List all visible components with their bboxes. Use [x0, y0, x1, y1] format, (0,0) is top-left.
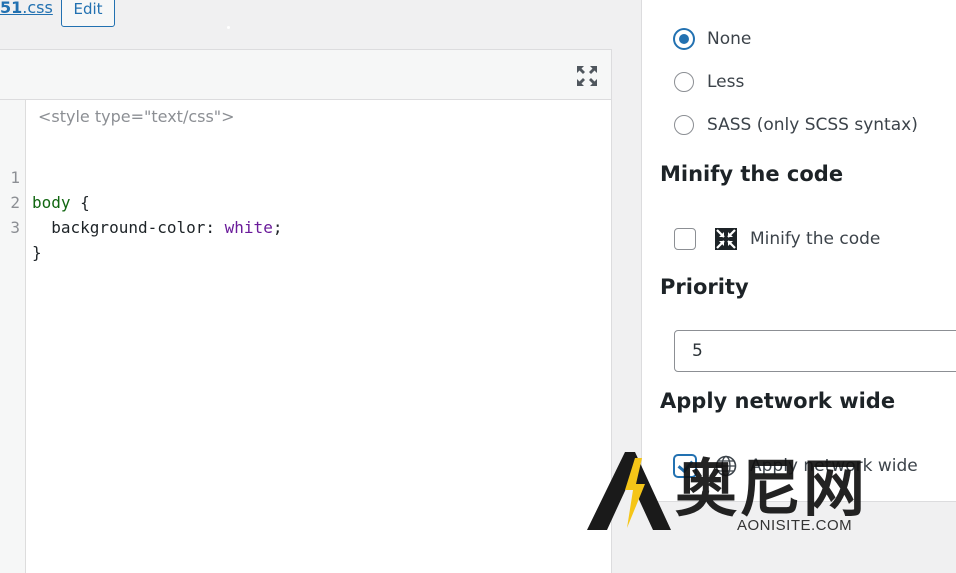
priority-input[interactable]: 5	[674, 330, 956, 372]
minify-checkbox[interactable]	[674, 228, 696, 250]
radio-label: None	[707, 29, 752, 49]
settings-panel: None Less SASS (only SCSS syntax) Minify…	[641, 0, 956, 502]
line-text: background-color: white;	[32, 215, 282, 240]
code-editor[interactable]: <style type="text/css"> 1 body { 2 backg…	[0, 100, 612, 573]
network-title: Apply network wide	[660, 389, 896, 413]
file-link-ext: .css	[22, 0, 53, 17]
css-property: background-color:	[32, 218, 225, 237]
priority-title: Priority	[660, 275, 749, 299]
radio-button[interactable]	[674, 72, 694, 92]
radio-button[interactable]	[674, 29, 694, 49]
style-open-tag: <style type="text/css">	[38, 107, 235, 126]
code-line[interactable]: 1 body {	[0, 140, 611, 212]
radio-option-none[interactable]: None	[674, 28, 751, 50]
css-value: white	[224, 218, 273, 237]
file-link[interactable]: 51.css	[0, 0, 53, 17]
watermark-url: AONISITE.COM	[737, 517, 853, 534]
expand-icon[interactable]	[575, 64, 599, 88]
compress-icon	[715, 228, 737, 250]
minify-label: Minify the code	[750, 229, 881, 249]
radio-option-sass[interactable]: SASS (only SCSS syntax)	[674, 114, 918, 136]
radio-button[interactable]	[674, 115, 694, 135]
line-text: }	[32, 243, 42, 262]
minify-option[interactable]: Minify the code	[674, 227, 880, 251]
radio-label: Less	[707, 72, 745, 92]
minify-title: Minify the code	[660, 162, 844, 186]
edit-button[interactable]: Edit	[61, 0, 115, 27]
watermark-text: 奥尼网	[675, 452, 868, 525]
radio-option-less[interactable]: Less	[674, 71, 744, 93]
code-line[interactable]: 3 }	[0, 190, 611, 262]
cursor-dot	[227, 26, 230, 29]
line-number: 3	[10, 218, 20, 237]
radio-label: SASS (only SCSS syntax)	[707, 115, 918, 135]
code-line[interactable]: 2 background-color: white;	[0, 165, 611, 237]
css-semicolon: ;	[272, 218, 283, 237]
file-link-name: 51	[0, 0, 23, 17]
editor-toolbar	[0, 49, 612, 100]
